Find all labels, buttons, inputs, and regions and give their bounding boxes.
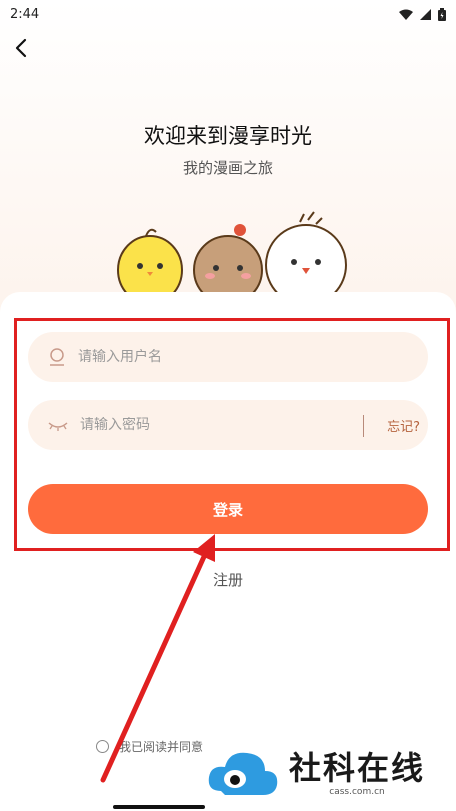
forgot-password-link[interactable]: 忘记?: [387, 416, 420, 435]
page-subtitle: 我的漫画之旅: [182, 159, 273, 177]
battery-icon: [438, 7, 446, 21]
watermark-text: 社科在线 cass.com.cn: [289, 749, 425, 797]
agreement-radio[interactable]: [96, 740, 109, 753]
username-input[interactable]: [78, 349, 328, 365]
back-arrow-icon[interactable]: [10, 36, 34, 60]
register-link[interactable]: 注册: [0, 569, 456, 590]
home-indicator: [113, 805, 205, 809]
page-title: 欢迎来到漫享时光: [144, 124, 312, 148]
status-time: 2:44: [10, 6, 40, 22]
watermark-brand: 社科在线: [289, 749, 426, 787]
eye-closed-icon[interactable]: [48, 419, 68, 431]
status-bar: 2:44: [0, 0, 456, 28]
status-icons: [399, 7, 446, 21]
user-icon: [50, 348, 64, 366]
password-field[interactable]: 忘记?: [28, 400, 428, 450]
cloud-eye-logo-icon: [208, 752, 278, 795]
watermark: 社科在线 cass.com.cn: [205, 735, 456, 811]
signal-icon: [420, 8, 431, 20]
watermark-domain: cass.com.cn: [329, 787, 385, 797]
forgot-divider: [363, 415, 364, 437]
login-card: 忘记?: [0, 292, 456, 811]
wifi-icon: [399, 9, 413, 20]
mascot-illustration: [117, 211, 347, 300]
password-input[interactable]: [80, 417, 330, 433]
username-field[interactable]: [28, 332, 428, 382]
login-button[interactable]: 登录: [28, 484, 428, 534]
agreement-row: 我已阅读并同意: [96, 738, 203, 755]
agreement-text: 我已阅读并同意: [119, 740, 204, 754]
